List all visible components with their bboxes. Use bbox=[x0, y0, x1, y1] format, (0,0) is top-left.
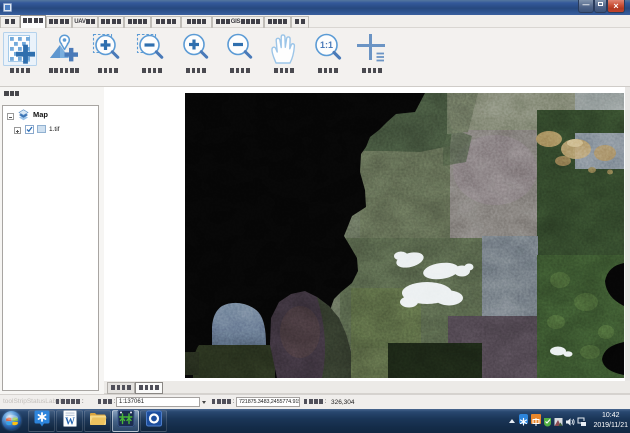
svg-text:W: W bbox=[65, 417, 75, 428]
svg-text:1:1: 1:1 bbox=[320, 40, 333, 50]
